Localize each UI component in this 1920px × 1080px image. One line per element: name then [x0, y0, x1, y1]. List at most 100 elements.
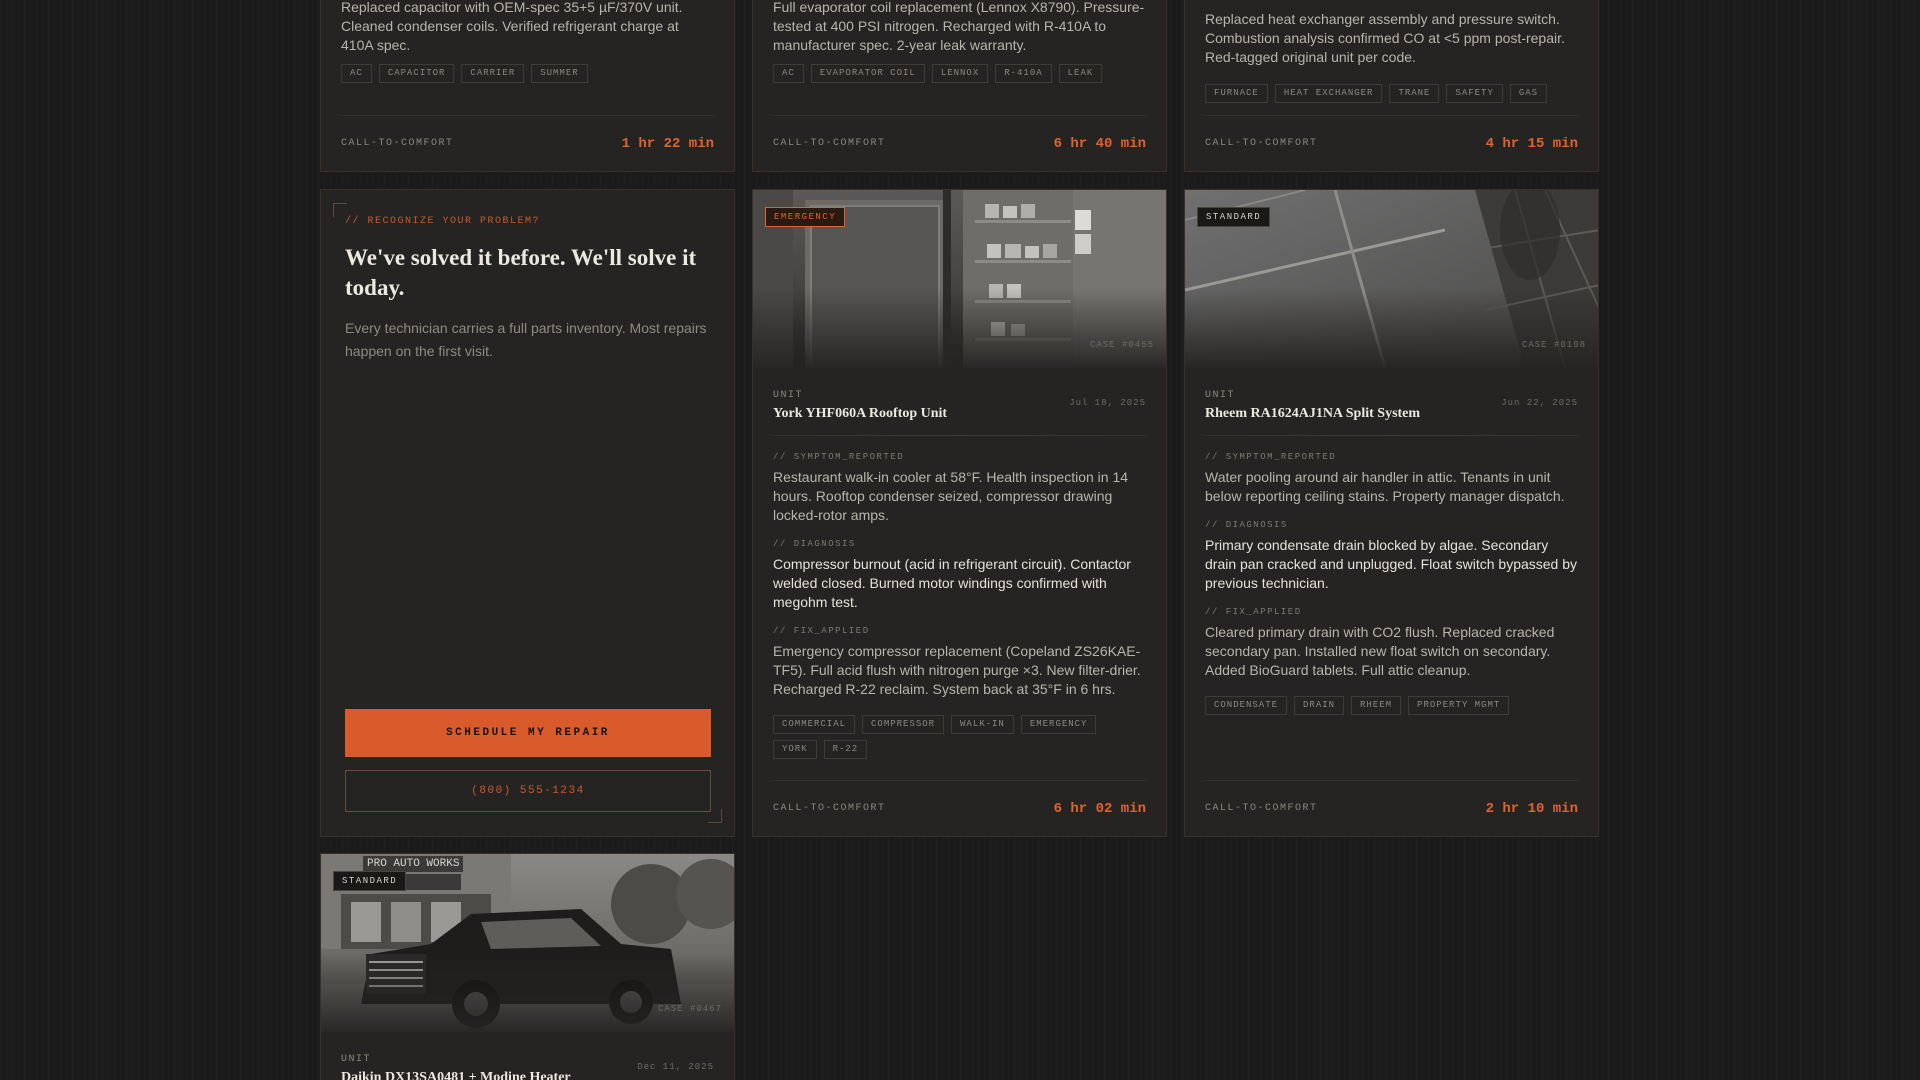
case-date: Jun 22, 2025 [1501, 398, 1578, 408]
unit-row: UNIT York YHF060A Rooftop Unit Jul 18, 2… [753, 368, 1166, 422]
diagnosis-label: // DIAGNOSIS [773, 539, 856, 549]
repair-time: 4 hr 15 min [1485, 135, 1578, 152]
case-card-top-2: Full evaporator coil replacement (Lennox… [752, 0, 1167, 172]
call-phone-button[interactable]: (800) 555-1234 [345, 770, 711, 812]
repair-time: 1 hr 22 min [621, 135, 714, 152]
case-photo-truck: PRO AUTO WORKS STANDARD CASE #0467 [321, 854, 734, 1032]
case-card-rheem: STANDARD CASE #0198 UNIT Rheem RA1624AJ1… [1184, 189, 1599, 837]
case-id: CASE #0455 [1089, 340, 1154, 350]
tag: AC [341, 64, 372, 83]
tag: FURNACE [1205, 84, 1268, 103]
unit-label: UNIT [773, 390, 804, 401]
symptom-text: Water pooling around air handler in atti… [1205, 469, 1565, 504]
fix-text: Full evaporator coil replacement (Lennox… [773, 0, 1145, 53]
tag: YORK [773, 740, 817, 759]
cta-card: // RECOGNIZE YOUR PROBLEM? We've solved … [320, 189, 735, 837]
unit-label: UNIT [1205, 390, 1236, 401]
diagnosis-text: Compressor burnout (acid in refrigerant … [773, 556, 1131, 610]
card-footer: CALL-TO-COMFORT 4 hr 15 min [1205, 115, 1578, 171]
symptom-text: Restaurant walk-in cooler at 58°F. Healt… [773, 469, 1129, 523]
card-footer: CALL-TO-COMFORT 1 hr 22 min [341, 115, 714, 171]
footer-label: CALL-TO-COMFORT [1205, 138, 1318, 149]
priority-badge: STANDARD [1197, 207, 1271, 227]
footer-label: CALL-TO-COMFORT [773, 803, 886, 814]
case-card-york: EMERGENCY CASE #0455 UNIT York YHF060A R… [752, 189, 1167, 837]
tag: EMERGENCY [1020, 715, 1097, 734]
tag: COMPRESSOR [862, 715, 945, 734]
cta-kicker: // RECOGNIZE YOUR PROBLEM? [345, 216, 541, 227]
diagnosis-section: // DIAGNOSIS Compressor burnout (acid in… [753, 539, 1166, 612]
symptom-label: // SYMPTOM_REPORTED [1205, 452, 1337, 462]
fix-label: // FIX_APPLIED [773, 626, 870, 636]
diagnosis-label: // DIAGNOSIS [1205, 520, 1288, 530]
repair-time: 6 hr 40 min [1053, 135, 1146, 152]
symptom-section: // SYMPTOM_REPORTED Water pooling around… [1185, 452, 1598, 506]
priority-badge: STANDARD [333, 871, 407, 891]
tag: CONDENSATE [1205, 696, 1288, 715]
tag: R-22 [823, 740, 868, 759]
unit-row: UNIT Rheem RA1624AJ1NA Split System Jun … [1185, 368, 1598, 422]
tag-list: FURNACE HEAT EXCHANGER TRANE SAFETY GAS [1185, 84, 1567, 103]
unit-row: UNIT Daikin DX13SA0481 + Modine Heater D… [321, 1032, 734, 1080]
unit-name: York YHF060A Rooftop Unit [773, 406, 948, 421]
tag: SUMMER [531, 64, 588, 83]
footer-label: CALL-TO-COMFORT [773, 138, 886, 149]
schedule-repair-button[interactable]: SCHEDULE MY REPAIR [345, 709, 711, 757]
fix-label: // FIX_APPLIED [1205, 607, 1302, 617]
case-card-top-1: Replaced capacitor with OEM-spec 35+5 µF… [320, 0, 735, 172]
tag: RHEEM [1351, 696, 1402, 715]
diagnosis-text: Primary condensate drain blocked by alga… [1205, 537, 1578, 591]
tag-list: COMMERCIAL COMPRESSOR WALK-IN EMERGENCY … [753, 715, 1166, 759]
unit-name: Daikin DX13SA0481 + Modine Heater [341, 1070, 571, 1080]
case-id: CASE #0198 [1521, 340, 1586, 350]
tag-list: AC EVAPORATOR COIL LENNOX R-410A LEAK [753, 64, 1122, 83]
footer-label: CALL-TO-COMFORT [341, 138, 454, 149]
divider [1205, 435, 1578, 436]
case-card-daikin: PRO AUTO WORKS STANDARD CASE #0467 UNIT … [320, 853, 735, 1080]
tag: EVAPORATOR COIL [810, 64, 925, 83]
fix-section: // FIX_APPLIED Emergency compressor repl… [753, 626, 1166, 699]
unit-label: UNIT [341, 1054, 372, 1065]
cta-body: Every technician carries a full parts in… [345, 320, 707, 359]
fix-text: Emergency compressor replacement (Copela… [773, 643, 1141, 697]
corner-bracket-top-left [333, 203, 347, 217]
card-footer: CALL-TO-COMFORT 2 hr 10 min [1205, 780, 1578, 836]
fix-section: // FIX_APPLIED Cleared primary drain wit… [1185, 607, 1598, 680]
case-date: Dec 11, 2025 [637, 1062, 714, 1072]
case-id: CASE #0467 [657, 1004, 722, 1014]
footer-label: CALL-TO-COMFORT [1205, 803, 1318, 814]
priority-badge: EMERGENCY [765, 207, 846, 227]
tag-list: CONDENSATE DRAIN RHEEM PROPERTY MGMT [1185, 696, 1598, 715]
tag: LEAK [1058, 64, 1103, 83]
tag: PROPERTY MGMT [1408, 696, 1510, 715]
tag-list: AC CAPACITOR CARRIER SUMMER [321, 64, 608, 83]
fix-text: Cleared primary drain with CO2 flush. Re… [1205, 624, 1555, 678]
tag: WALK-IN [951, 715, 1014, 734]
case-photo-ceiling: STANDARD CASE #0198 [1185, 190, 1598, 368]
tag: COMMERCIAL [773, 715, 856, 734]
cta-title: We've solved it before. We'll solve it t… [345, 245, 697, 300]
case-card-top-3: Replaced heat exchanger assembly and pre… [1184, 0, 1599, 172]
symptom-section: // SYMPTOM_REPORTED Restaurant walk-in c… [753, 452, 1166, 525]
card-footer: CALL-TO-COMFORT 6 hr 40 min [773, 115, 1146, 171]
tag: LENNOX [931, 64, 989, 83]
diagnosis-section: // DIAGNOSIS Primary condensate drain bl… [1185, 520, 1598, 593]
repair-time: 2 hr 10 min [1485, 800, 1578, 817]
case-photo-cooler: EMERGENCY CASE #0455 [753, 190, 1166, 368]
photo-sign-text: PRO AUTO WORKS [363, 856, 464, 872]
tag: CARRIER [461, 64, 525, 83]
symptom-label: // SYMPTOM_REPORTED [773, 452, 905, 462]
fix-text: Replaced capacitor with OEM-spec 35+5 µF… [341, 0, 683, 53]
tag: SAFETY [1446, 84, 1503, 103]
tag: TRANE [1389, 84, 1440, 103]
tag: GAS [1509, 84, 1548, 103]
fix-text: Replaced heat exchanger assembly and pre… [1205, 11, 1565, 65]
tag: CAPACITOR [378, 64, 455, 83]
card-footer: CALL-TO-COMFORT 6 hr 02 min [773, 780, 1146, 836]
repair-time: 6 hr 02 min [1053, 800, 1146, 817]
tag: R-410A [995, 64, 1052, 83]
unit-name: Rheem RA1624AJ1NA Split System [1205, 406, 1421, 421]
case-date: Jul 18, 2025 [1069, 398, 1146, 408]
tag: DRAIN [1294, 696, 1345, 715]
tag: AC [773, 64, 804, 83]
